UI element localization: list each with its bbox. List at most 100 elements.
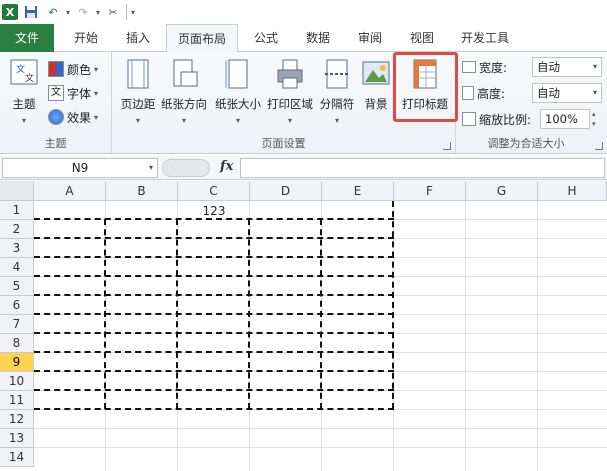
col-header-c[interactable]: C bbox=[178, 181, 250, 201]
select-all-corner[interactable] bbox=[0, 181, 34, 201]
fonts-icon: 文 bbox=[48, 85, 64, 101]
col-header-a[interactable]: A bbox=[34, 181, 106, 201]
row-header[interactable]: 10 bbox=[0, 372, 34, 391]
cell-border-dashed bbox=[248, 219, 250, 409]
fonts-label: 字体 bbox=[67, 86, 92, 101]
grid-line bbox=[34, 447, 607, 448]
cell-border-dashed bbox=[104, 219, 106, 409]
orientation-button[interactable]: 纸张方向 ▾ bbox=[158, 56, 210, 136]
cell-border-dashed bbox=[392, 201, 394, 409]
scale-label: 缩放比例: bbox=[479, 112, 532, 127]
col-header-g[interactable]: G bbox=[466, 181, 538, 201]
undo-icon[interactable]: ↶ bbox=[44, 3, 62, 21]
col-header-h[interactable]: H bbox=[538, 181, 607, 201]
page-size-icon bbox=[225, 59, 248, 89]
scale-group-label: 调整为合适大小 bbox=[487, 137, 565, 150]
width-icon bbox=[462, 61, 476, 73]
tab-page-layout[interactable]: 页面布局 bbox=[166, 24, 238, 53]
tab-review[interactable]: 审阅 bbox=[346, 24, 394, 52]
tab-insert[interactable]: 插入 bbox=[114, 24, 162, 52]
tools-icon[interactable]: ✂ bbox=[104, 3, 122, 21]
quick-access-toolbar: X ↶ ▾ ↷ ▾ ✂ ▾ bbox=[0, 0, 607, 24]
height-label: 高度: bbox=[477, 86, 506, 101]
page-setup-launcher-icon[interactable] bbox=[443, 142, 451, 150]
row-header[interactable]: 6 bbox=[0, 296, 34, 315]
redo-icon[interactable]: ↷ bbox=[74, 3, 92, 21]
scale-to-fit-group: 宽度: 自动 ▾ 高度: 自动 ▾ 缩放比例: 100% ▴ ▾ 调整为合适大小 bbox=[456, 52, 607, 154]
cell-border-dashed bbox=[34, 370, 394, 372]
scale-value: 100% bbox=[545, 112, 578, 126]
effects-label: 效果 bbox=[67, 110, 92, 125]
formula-input[interactable] bbox=[240, 158, 605, 178]
width-label: 宽度: bbox=[479, 60, 508, 75]
row-header[interactable]: 7 bbox=[0, 315, 34, 334]
row-header[interactable]: 8 bbox=[0, 334, 34, 353]
worksheet-grid[interactable]: A B C D E F G H 1 2 3 4 5 6 7 8 9 10 11 … bbox=[0, 181, 607, 471]
cell-border-dashed bbox=[34, 256, 394, 258]
customize-qat-icon[interactable]: ▾ bbox=[131, 8, 135, 17]
col-header-e[interactable]: E bbox=[322, 181, 394, 201]
scale-input[interactable]: 100% bbox=[540, 109, 590, 129]
fonts-caret-icon: ▾ bbox=[94, 88, 99, 98]
row-header-selected[interactable]: 9 bbox=[0, 353, 34, 372]
scale-launcher-icon[interactable] bbox=[595, 142, 603, 150]
width-dropdown[interactable]: 自动 ▾ bbox=[532, 57, 602, 77]
row-header[interactable]: 3 bbox=[0, 239, 34, 258]
tab-file[interactable]: 文件 bbox=[0, 24, 54, 52]
scale-spinner-icon[interactable]: ▴ ▾ bbox=[592, 109, 602, 129]
tab-home[interactable]: 开始 bbox=[62, 24, 110, 52]
effects-caret-icon: ▾ bbox=[94, 112, 99, 122]
margins-icon bbox=[127, 59, 149, 89]
colors-caret-icon: ▾ bbox=[94, 64, 99, 74]
cell-border-dashed bbox=[34, 237, 394, 239]
print-titles-highlight bbox=[393, 52, 458, 122]
themes-button[interactable]: 文文 主题 ▾ bbox=[4, 56, 44, 136]
cell-c1[interactable]: 123 bbox=[178, 202, 250, 221]
breaks-button[interactable]: 分隔符 ▾ bbox=[316, 56, 358, 136]
formula-bar-divider[interactable] bbox=[162, 159, 210, 177]
excel-logo-icon: X bbox=[2, 4, 18, 20]
col-header-d[interactable]: D bbox=[250, 181, 322, 201]
redo-dropdown-icon[interactable]: ▾ bbox=[96, 8, 100, 17]
row-header[interactable]: 14 bbox=[0, 448, 34, 467]
cell-border-dashed bbox=[34, 332, 394, 334]
tab-formulas[interactable]: 公式 bbox=[242, 24, 290, 52]
print-area-caret-icon: ▾ bbox=[287, 116, 292, 125]
col-header-b[interactable]: B bbox=[106, 181, 178, 201]
print-area-button[interactable]: 打印区域 ▾ bbox=[264, 56, 316, 136]
size-button[interactable]: 纸张大小 ▾ bbox=[212, 56, 264, 136]
row-header[interactable]: 4 bbox=[0, 258, 34, 277]
save-icon[interactable] bbox=[22, 3, 40, 21]
row-header[interactable]: 1 bbox=[0, 201, 34, 220]
cell-border-dashed bbox=[34, 408, 394, 410]
effects-button[interactable]: 效果 ▾ bbox=[48, 106, 98, 128]
tab-developer[interactable]: 开发工具 bbox=[450, 24, 520, 52]
row-header[interactable]: 12 bbox=[0, 410, 34, 429]
tab-view[interactable]: 视图 bbox=[398, 24, 446, 52]
page-setup-group-label: 页面设置 bbox=[261, 137, 306, 150]
row-header[interactable]: 13 bbox=[0, 429, 34, 448]
cell-border-dashed bbox=[34, 275, 394, 277]
name-box[interactable]: N9 ▾ bbox=[2, 158, 158, 178]
colors-button[interactable]: 颜色 ▾ bbox=[48, 58, 98, 80]
cell-border-dashed bbox=[34, 389, 394, 391]
height-label-wrap: 高度: bbox=[462, 82, 505, 104]
height-value: 自动 bbox=[537, 86, 560, 100]
row-header[interactable]: 5 bbox=[0, 277, 34, 296]
margins-button[interactable]: 页边距 ▾ bbox=[114, 56, 162, 136]
fonts-button[interactable]: 文 字体 ▾ bbox=[48, 82, 98, 104]
background-button[interactable]: 背景 bbox=[358, 56, 394, 136]
height-caret-icon: ▾ bbox=[592, 88, 597, 97]
fx-icon[interactable]: fx bbox=[220, 159, 233, 174]
margins-label: 页边距 bbox=[120, 97, 156, 111]
col-header-f[interactable]: F bbox=[394, 181, 466, 201]
cell-border-dashed bbox=[320, 219, 322, 409]
row-header[interactable]: 2 bbox=[0, 220, 34, 239]
height-dropdown[interactable]: 自动 ▾ bbox=[532, 83, 602, 103]
undo-dropdown-icon[interactable]: ▾ bbox=[66, 8, 70, 17]
width-value: 自动 bbox=[537, 60, 560, 74]
tab-data[interactable]: 数据 bbox=[294, 24, 342, 52]
height-icon bbox=[462, 86, 474, 100]
breaks-caret-icon: ▾ bbox=[334, 116, 339, 125]
row-header[interactable]: 11 bbox=[0, 391, 34, 410]
